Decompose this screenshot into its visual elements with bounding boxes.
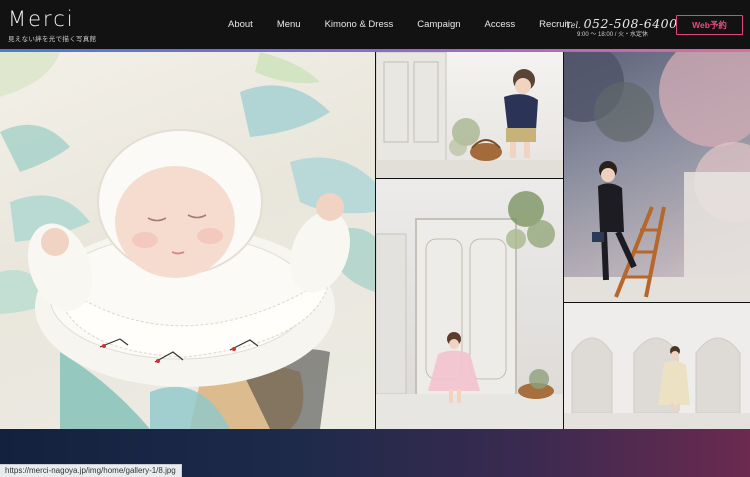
nav-kimono-dress[interactable]: Kimono & Dress bbox=[325, 19, 394, 30]
business-hours: 9:00 〜 18:00 / 火・水定休 bbox=[577, 32, 649, 38]
gallery-photo-child-basket[interactable] bbox=[376, 52, 563, 178]
gallery-photo-baby[interactable] bbox=[0, 52, 375, 429]
nav-access[interactable]: Access bbox=[485, 19, 516, 30]
site-header: Merci 見えない絆を光で描く写真館 About Menu Kimono & … bbox=[0, 0, 750, 50]
girl-arches-illustration bbox=[564, 303, 750, 429]
girl-wardrobe-illustration bbox=[376, 191, 563, 429]
nav-recruit[interactable]: Recruit bbox=[539, 19, 569, 30]
nav-menu[interactable]: Menu bbox=[277, 19, 301, 30]
photo-gallery bbox=[0, 52, 750, 429]
gallery-photo-girl-arches[interactable] bbox=[564, 303, 750, 429]
main-nav: About Menu Kimono & Dress Campaign Acces… bbox=[228, 19, 593, 30]
browser-status-url: https://merci-nagoya.jp/img/home/gallery… bbox=[0, 464, 182, 477]
nav-campaign[interactable]: Campaign bbox=[417, 19, 460, 30]
site-tagline: 見えない絆を光で描く写真館 bbox=[8, 36, 97, 43]
child-basket-illustration bbox=[376, 52, 563, 178]
boy-ladder-illustration bbox=[564, 52, 750, 302]
baby-photo-illustration bbox=[0, 52, 375, 429]
gallery-photo-girl-wardrobe[interactable] bbox=[376, 179, 563, 429]
nav-about[interactable]: About bbox=[228, 19, 253, 30]
web-reservation-button[interactable]: Web予約 bbox=[676, 15, 743, 35]
site-logo[interactable]: Merci bbox=[8, 7, 75, 31]
gallery-photo-boy-ladder[interactable] bbox=[564, 52, 750, 302]
